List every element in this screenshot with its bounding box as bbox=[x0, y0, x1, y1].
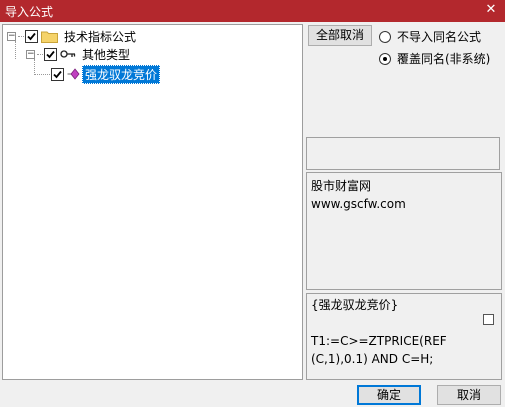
option-label: 不导入同名公式 bbox=[397, 30, 482, 44]
code-checkbox[interactable] bbox=[483, 314, 494, 325]
tree-connector bbox=[34, 73, 50, 75]
checkmark-icon bbox=[53, 70, 62, 78]
tree-node-root[interactable]: − 技术指标公式 bbox=[7, 27, 138, 45]
title-bar: 导入公式 ✕ bbox=[0, 0, 505, 22]
category-checkbox[interactable] bbox=[44, 47, 57, 61]
option-label: 覆盖同名(非系统) bbox=[397, 52, 491, 66]
tree-node-label: 其他类型 bbox=[82, 47, 131, 62]
code-line: {强龙驭龙竞价} bbox=[311, 298, 399, 312]
tree-node-label-selected: 强龙驭龙竞价 bbox=[82, 64, 161, 84]
info-box: 股市财富网 www.gscfw.com bbox=[306, 172, 502, 290]
tree-node-item[interactable]: 强龙驭龙竞价 bbox=[34, 64, 161, 84]
info-line-url: www.gscfw.com bbox=[311, 197, 406, 211]
collapse-toggle[interactable]: − bbox=[26, 49, 35, 59]
formula-code-text: {强龙驭龙竞价} T1:=C>=ZTPRICE(REF (C,1),0.1) A… bbox=[311, 296, 483, 368]
formula-tree[interactable]: − 技术指标公式 − 其他类型 强龙驭龙竞价 bbox=[2, 24, 303, 380]
root-checkbox[interactable] bbox=[25, 29, 38, 43]
checkmark-icon bbox=[27, 32, 36, 40]
close-button[interactable]: ✕ bbox=[483, 2, 499, 18]
option-overwrite[interactable]: 覆盖同名(非系统) bbox=[379, 50, 490, 67]
info-text: 股市财富网 www.gscfw.com bbox=[311, 177, 406, 213]
formula-code-box[interactable]: {强龙驭龙竞价} T1:=C>=ZTPRICE(REF (C,1),0.1) A… bbox=[306, 293, 502, 380]
collapse-toggle[interactable]: − bbox=[7, 31, 16, 41]
tree-connector bbox=[37, 53, 43, 55]
code-line: (C,1),0.1) AND C=H; bbox=[311, 352, 434, 366]
cancel-button[interactable]: 取消 bbox=[437, 385, 501, 405]
code-line: T1:=C>=ZTPRICE(REF bbox=[311, 334, 447, 348]
option-no-import[interactable]: 不导入同名公式 bbox=[379, 28, 481, 45]
info-line-name: 股市财富网 bbox=[311, 179, 372, 193]
formula-icon bbox=[67, 68, 80, 80]
status-box bbox=[306, 137, 500, 170]
radio-no-import[interactable] bbox=[379, 30, 391, 43]
ok-button[interactable]: 确定 bbox=[357, 385, 421, 405]
folder-icon bbox=[41, 30, 58, 43]
key-icon bbox=[60, 49, 76, 59]
item-checkbox[interactable] bbox=[51, 67, 64, 81]
radio-overwrite[interactable] bbox=[379, 52, 391, 65]
tree-connector bbox=[18, 35, 24, 37]
tree-node-category[interactable]: − 其他类型 bbox=[26, 45, 132, 63]
cancel-all-button[interactable]: 全部取消 bbox=[308, 25, 372, 46]
tree-node-label: 技术指标公式 bbox=[64, 29, 137, 44]
window-title: 导入公式 bbox=[5, 5, 54, 19]
checkmark-icon bbox=[46, 50, 55, 58]
